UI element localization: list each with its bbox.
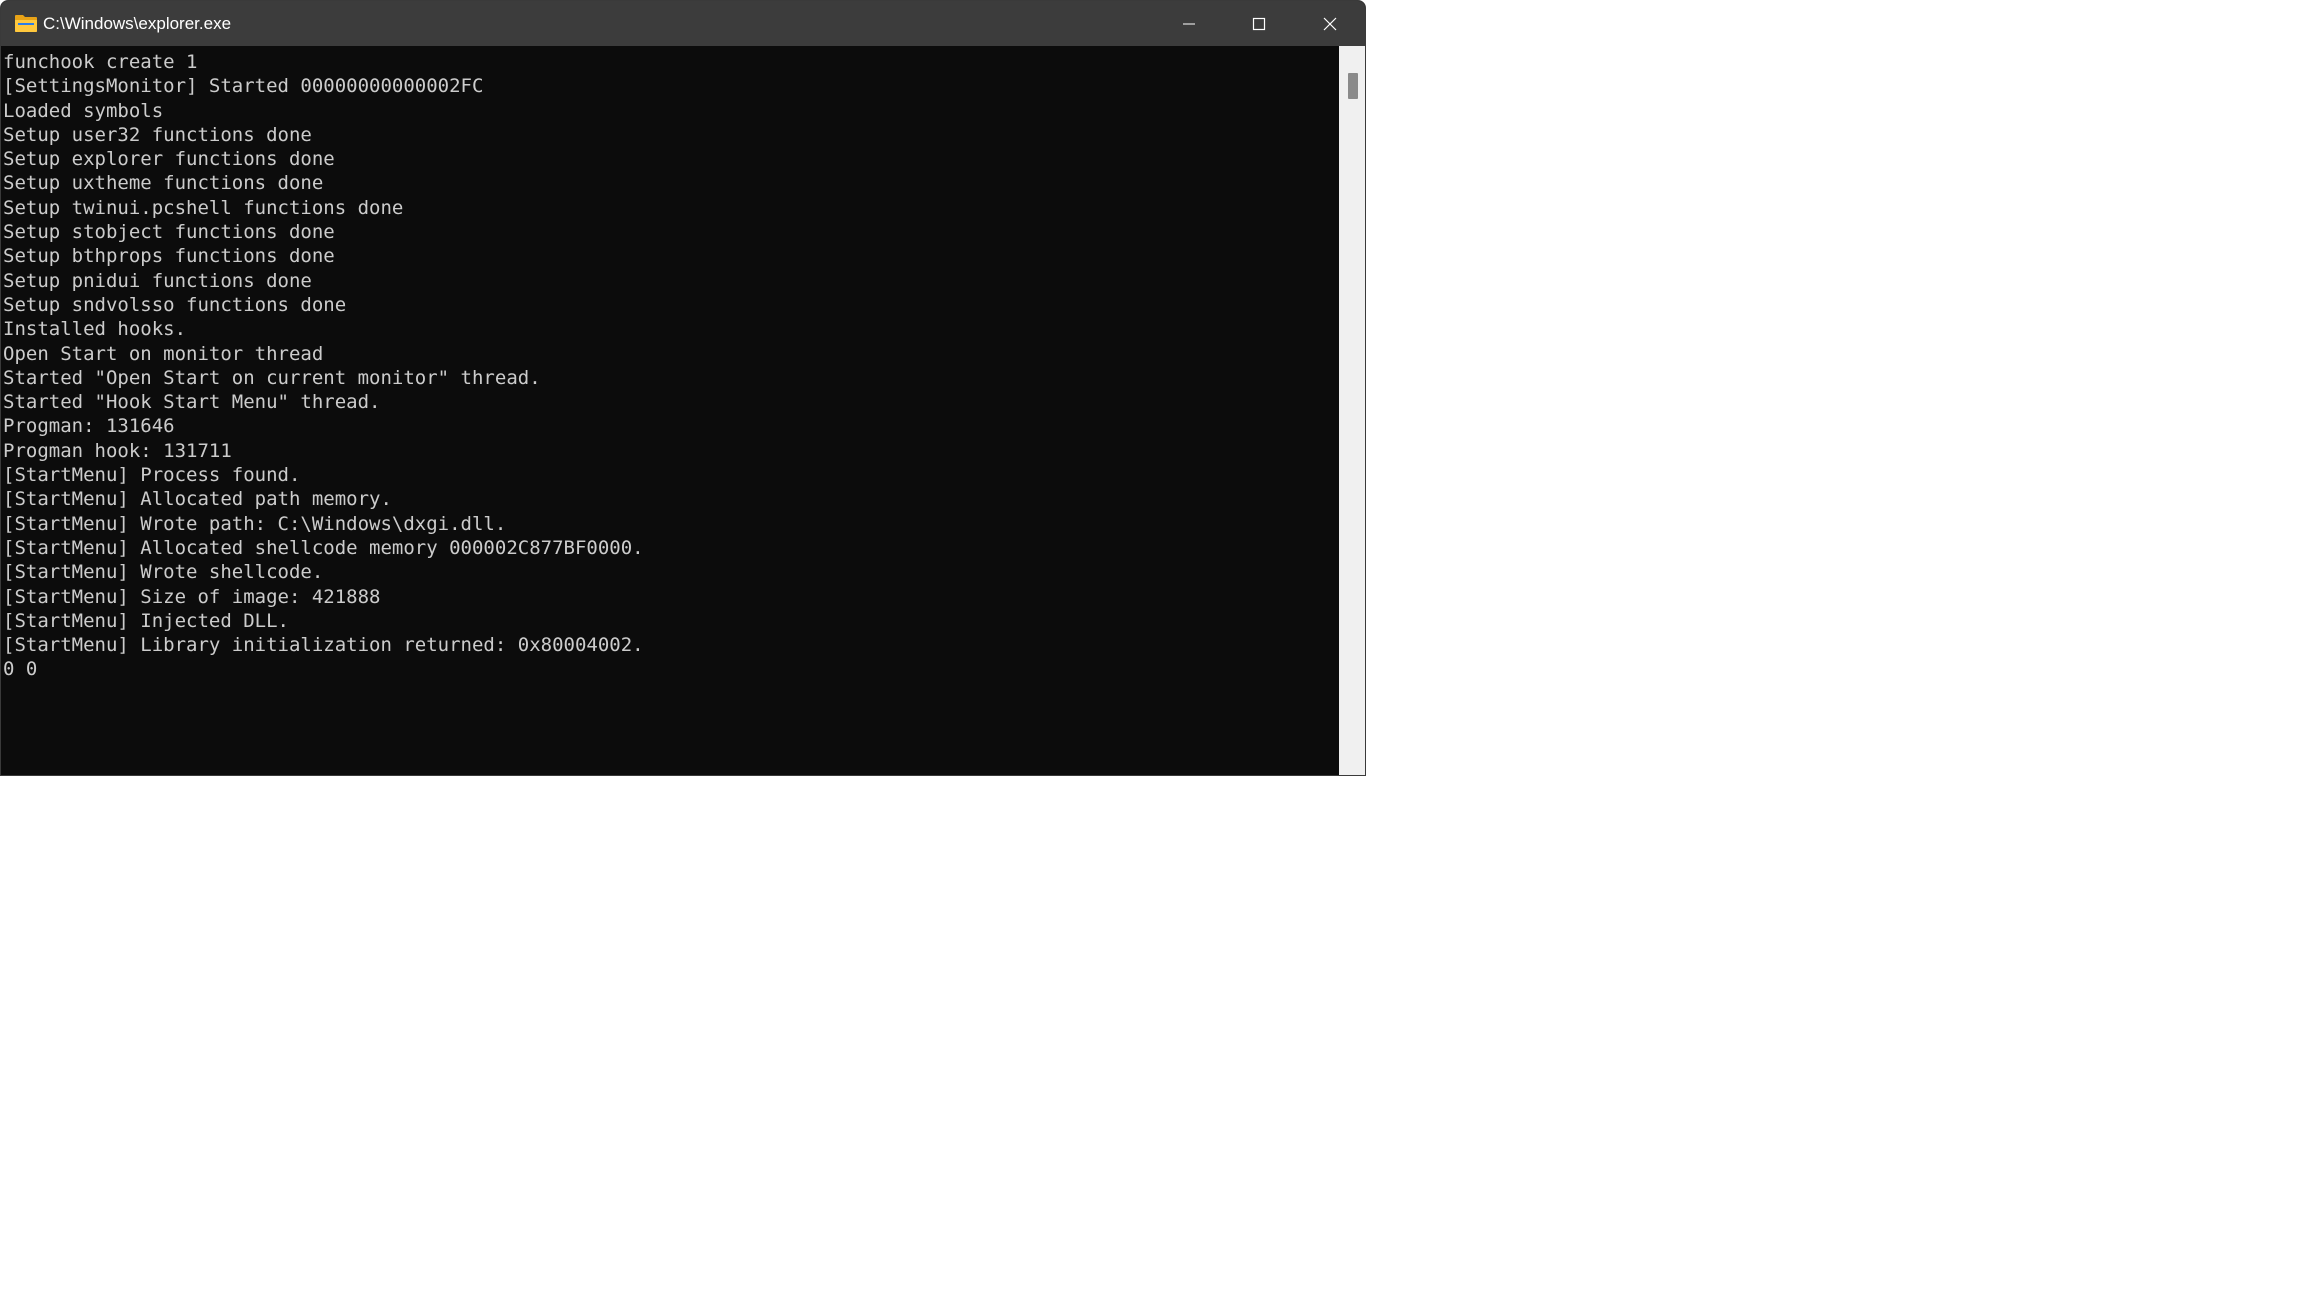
console-line: Installed hooks. bbox=[3, 318, 187, 341]
console-line: [StartMenu] Process found. bbox=[3, 464, 301, 487]
console-line: [StartMenu] Injected DLL. bbox=[3, 609, 289, 632]
console-line: [StartMenu] Wrote shellcode. bbox=[3, 561, 324, 584]
console-line: 0 0 bbox=[3, 658, 38, 681]
console-line: [StartMenu] Allocated path memory. bbox=[3, 488, 392, 511]
maximize-icon bbox=[1251, 16, 1267, 32]
console-line: [StartMenu] Wrote path: C:\Windows\dxgi.… bbox=[3, 512, 507, 535]
close-icon bbox=[1322, 16, 1338, 32]
console-line: Setup uxtheme functions done bbox=[3, 172, 324, 195]
console-line: Setup bthprops functions done bbox=[3, 245, 335, 268]
console-line: Setup user32 functions done bbox=[3, 123, 312, 146]
console-line: Started "Hook Start Menu" thread. bbox=[3, 391, 381, 414]
console-line: [StartMenu] Library initialization retur… bbox=[3, 634, 644, 657]
folder-icon bbox=[14, 14, 38, 33]
vertical-scrollbar[interactable] bbox=[1339, 46, 1365, 775]
console-line: Progman hook: 131711 bbox=[3, 439, 232, 462]
console-line: Loaded symbols bbox=[3, 99, 164, 122]
console-line: Setup twinui.pcshell functions done bbox=[3, 196, 404, 219]
console-line: [StartMenu] Size of image: 421888 bbox=[3, 585, 381, 608]
console-line: Setup stobject functions done bbox=[3, 221, 335, 244]
title-bar[interactable]: C:\Windows\explorer.exe bbox=[1, 1, 1365, 46]
minimize-icon bbox=[1181, 16, 1197, 32]
console-output[interactable]: funchook create 1 [SettingsMonitor] Start… bbox=[1, 46, 1339, 775]
window-title: C:\Windows\explorer.exe bbox=[43, 14, 232, 33]
minimize-button[interactable] bbox=[1154, 1, 1224, 46]
console-line: [StartMenu] Allocated shellcode memory 0… bbox=[3, 536, 644, 559]
scrollbar-thumb[interactable] bbox=[1348, 73, 1358, 99]
console-line: Setup pnidui functions done bbox=[3, 269, 312, 292]
console-line: Progman: 131646 bbox=[3, 415, 175, 438]
close-button[interactable] bbox=[1295, 1, 1365, 46]
console-line: Setup explorer functions done bbox=[3, 148, 335, 171]
console-line: Started "Open Start on current monitor" … bbox=[3, 366, 541, 389]
console-line: Setup sndvolsso functions done bbox=[3, 293, 347, 316]
console-line: Open Start on monitor thread bbox=[3, 342, 324, 365]
maximize-button[interactable] bbox=[1224, 1, 1294, 46]
console-line: [SettingsMonitor] Started 00000000000002… bbox=[3, 75, 484, 98]
console-line: funchook create 1 bbox=[3, 51, 198, 73]
console-lines: funchook create 1 [SettingsMonitor] Start… bbox=[1, 46, 1339, 682]
console-window: C:\Windows\explorer.exe funchook create … bbox=[0, 0, 1366, 776]
